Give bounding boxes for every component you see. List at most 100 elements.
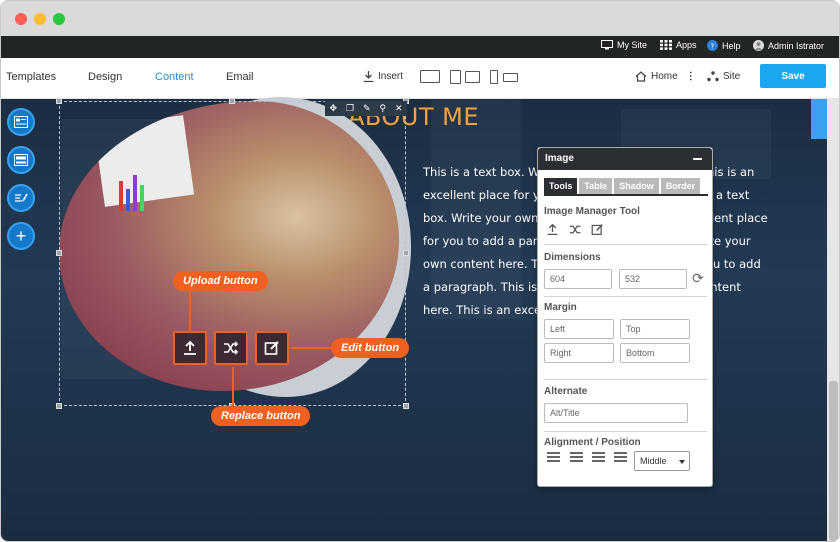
height-input[interactable]: 532 bbox=[619, 269, 687, 289]
apps-label: Apps bbox=[676, 40, 697, 50]
admin-bar: My Site Apps ? Help Admin Istrator bbox=[1, 36, 839, 58]
sections-button[interactable] bbox=[7, 146, 35, 174]
margin-label: Margin bbox=[544, 302, 577, 313]
upload-callout-line bbox=[189, 291, 191, 331]
panel-upload-icon[interactable] bbox=[546, 223, 559, 239]
insert-label: Insert bbox=[378, 71, 404, 82]
resize-handle[interactable] bbox=[403, 250, 409, 256]
alternate-label: Alternate bbox=[544, 386, 588, 397]
help-link[interactable]: ? Help bbox=[707, 40, 741, 51]
sitemap-icon bbox=[707, 71, 719, 82]
desktop-view-icon[interactable] bbox=[420, 70, 440, 83]
upload-icon bbox=[184, 340, 196, 355]
tab-shadow[interactable]: Shadow bbox=[614, 178, 659, 194]
edit-callout-line bbox=[291, 347, 333, 349]
edit-lines-icon bbox=[15, 193, 28, 202]
tab-tools[interactable]: Tools bbox=[544, 178, 578, 194]
panel-edit-icon[interactable] bbox=[591, 223, 604, 239]
resize-handle[interactable] bbox=[56, 98, 62, 104]
edit-button[interactable] bbox=[255, 331, 289, 365]
replace-button[interactable] bbox=[214, 331, 248, 365]
resize-handle[interactable] bbox=[56, 250, 62, 256]
tab-table[interactable]: Table bbox=[579, 178, 613, 194]
tab-email[interactable]: Email bbox=[226, 71, 254, 83]
home-page-selector[interactable]: Home ⋮ bbox=[635, 71, 696, 82]
align-left-icon[interactable] bbox=[547, 452, 560, 462]
right-tool-strip[interactable] bbox=[811, 99, 827, 139]
upload-button[interactable] bbox=[173, 331, 207, 365]
pages-button[interactable] bbox=[7, 108, 35, 136]
reset-icon[interactable]: ⟳ bbox=[692, 270, 704, 287]
margin-bottom-input[interactable]: Bottom bbox=[620, 343, 690, 363]
width-input[interactable]: 604 bbox=[544, 269, 612, 289]
pin-icon[interactable]: ⚲ bbox=[379, 103, 386, 114]
pencil-icon[interactable]: ✎ bbox=[363, 103, 371, 114]
save-button[interactable]: Save bbox=[760, 64, 826, 88]
margin-left-input[interactable]: Left bbox=[544, 319, 614, 339]
tab-content[interactable]: Content bbox=[155, 71, 194, 83]
tablet-landscape-icon[interactable] bbox=[465, 71, 480, 83]
shuffle-icon bbox=[224, 341, 239, 355]
resize-handle[interactable] bbox=[229, 98, 235, 104]
divider bbox=[544, 244, 707, 245]
home-label: Home bbox=[651, 71, 678, 82]
align-justify-icon[interactable] bbox=[614, 452, 627, 462]
phone-landscape-icon[interactable] bbox=[503, 73, 518, 82]
help-label: Help bbox=[722, 40, 741, 51]
section-icon bbox=[14, 154, 28, 166]
copy-icon[interactable]: ❐ bbox=[346, 103, 354, 114]
close-window-button[interactable] bbox=[15, 13, 27, 25]
tab-templates[interactable]: Templates bbox=[6, 71, 56, 83]
maximize-window-button[interactable] bbox=[53, 13, 65, 25]
avatar-icon bbox=[753, 40, 764, 51]
user-menu[interactable]: Admin Istrator bbox=[753, 40, 824, 51]
site-menu[interactable]: Site bbox=[707, 71, 740, 82]
my-site-link[interactable]: My Site bbox=[601, 40, 647, 50]
image-element-toolbar: ✥ ❐ ✎ ⚲ ✕ bbox=[325, 101, 407, 116]
tab-border[interactable]: Border bbox=[660, 178, 701, 194]
resize-handle[interactable] bbox=[403, 403, 409, 409]
my-site-label: My Site bbox=[617, 40, 648, 50]
panel-tabs: Tools Table Shadow Border bbox=[544, 178, 701, 194]
monitor-icon bbox=[601, 40, 613, 50]
position-select[interactable]: Middle bbox=[634, 451, 690, 471]
scrollbar-thumb[interactable] bbox=[829, 381, 838, 541]
panel-header: Image bbox=[538, 148, 712, 170]
phone-portrait-icon[interactable] bbox=[490, 70, 498, 84]
edit-content-button[interactable] bbox=[7, 184, 35, 212]
image-manager-label: Image Manager Tool bbox=[544, 206, 640, 217]
delete-icon[interactable]: ✕ bbox=[395, 103, 403, 114]
more-vertical-icon[interactable]: ⋮ bbox=[686, 71, 696, 82]
svg-text:?: ? bbox=[711, 41, 715, 50]
align-right-icon[interactable] bbox=[592, 452, 605, 462]
upload-callout: Upload button bbox=[173, 271, 268, 291]
align-center-icon[interactable] bbox=[570, 452, 583, 462]
divider bbox=[544, 379, 707, 380]
divider bbox=[544, 296, 707, 297]
tabs-underline bbox=[544, 194, 708, 196]
apps-link[interactable]: Apps bbox=[660, 40, 697, 50]
alt-title-input[interactable]: Alt/Title bbox=[544, 403, 688, 423]
resize-handle[interactable] bbox=[56, 403, 62, 409]
divider bbox=[544, 431, 707, 432]
plus-icon: + bbox=[15, 226, 27, 246]
edit-icon bbox=[264, 341, 279, 355]
panel-replace-icon[interactable] bbox=[569, 223, 582, 239]
minimize-window-button[interactable] bbox=[34, 13, 46, 25]
tab-design[interactable]: Design bbox=[88, 71, 122, 83]
help-icon: ? bbox=[707, 40, 718, 51]
home-icon bbox=[635, 71, 647, 82]
edit-callout: Edit button bbox=[331, 338, 410, 358]
alignment-label: Alignment / Position bbox=[544, 437, 641, 448]
layout-icon bbox=[14, 116, 28, 128]
position-value: Middle bbox=[640, 456, 667, 466]
insert-button[interactable]: Insert bbox=[363, 71, 403, 82]
site-label: Site bbox=[723, 71, 741, 82]
minimize-panel-icon[interactable] bbox=[693, 158, 702, 160]
margin-top-input[interactable]: Top bbox=[620, 319, 690, 339]
move-icon[interactable]: ✥ bbox=[329, 103, 337, 114]
tablet-portrait-icon[interactable] bbox=[450, 70, 461, 84]
margin-right-input[interactable]: Right bbox=[544, 343, 614, 363]
add-element-button[interactable]: + bbox=[7, 222, 35, 250]
replace-callout: Replace button bbox=[211, 406, 311, 426]
